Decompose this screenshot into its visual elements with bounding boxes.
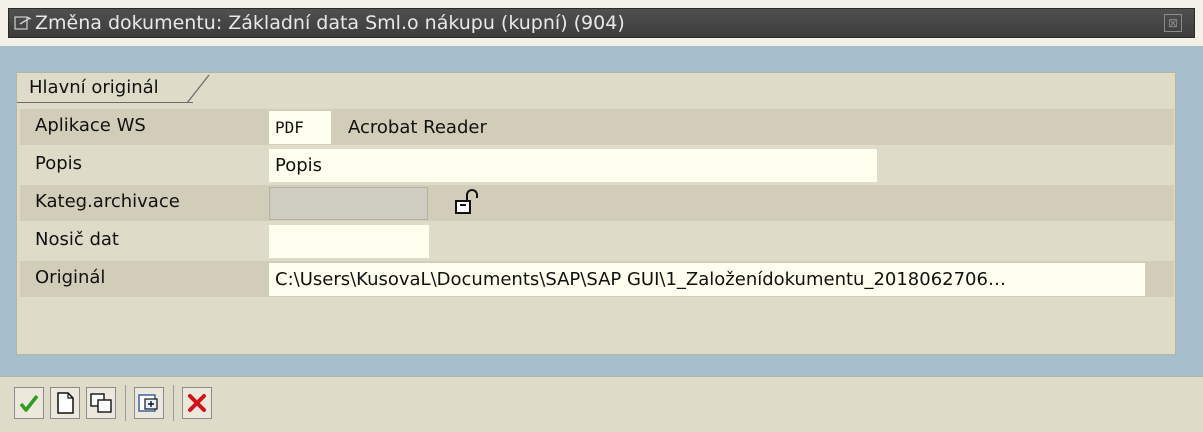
row-archive-category: Kateg.archivace bbox=[20, 185, 1174, 221]
toolbar-separator bbox=[173, 385, 174, 421]
window-titlebar: Změna dokumentu: Základní data Sml.o nák… bbox=[0, 0, 1203, 46]
description-label: Popis bbox=[35, 153, 83, 174]
archive-category-field bbox=[269, 187, 428, 220]
new-document-icon[interactable] bbox=[50, 387, 80, 419]
copy-icon[interactable] bbox=[86, 387, 116, 419]
original-label: Originál bbox=[35, 267, 106, 288]
close-icon[interactable]: ⊠ bbox=[1164, 14, 1182, 32]
tab-edge bbox=[187, 74, 210, 103]
application-description: Acrobat Reader bbox=[348, 117, 487, 138]
tab-label: Hlavní originál bbox=[29, 77, 159, 98]
description-field[interactable]: Popis bbox=[269, 149, 877, 182]
titlebar-bar: Změna dokumentu: Základní data Sml.o nák… bbox=[8, 8, 1195, 38]
application-code-field[interactable]: PDF bbox=[269, 111, 331, 144]
data-carrier-label: Nosič dat bbox=[35, 229, 119, 250]
cancel-icon[interactable] bbox=[182, 387, 212, 419]
window-title: Změna dokumentu: Základní data Sml.o nák… bbox=[35, 12, 625, 34]
content-area: Hlavní originál Aplikace WS PDF Acrobat … bbox=[0, 46, 1203, 376]
original-path-field[interactable]: C:\Users\KusovaL\Documents\SAP\SAP GUI\1… bbox=[269, 263, 1145, 296]
tab-underline bbox=[17, 102, 193, 103]
data-carrier-field[interactable] bbox=[269, 225, 429, 258]
bottom-toolbar bbox=[0, 376, 1203, 432]
row-original: Originál C:\Users\KusovaL\Documents\SAP\… bbox=[20, 261, 1174, 297]
archive-category-label: Kateg.archivace bbox=[35, 191, 180, 212]
row-data-carrier: Nosič dat bbox=[20, 223, 1174, 259]
tab-group: Hlavní originál Aplikace WS PDF Acrobat … bbox=[16, 72, 1176, 355]
insert-icon[interactable] bbox=[134, 387, 164, 419]
open-lock-icon[interactable] bbox=[453, 189, 479, 217]
application-label: Aplikace WS bbox=[35, 115, 146, 136]
toolbar-separator bbox=[125, 385, 126, 421]
row-application: Aplikace WS PDF Acrobat Reader bbox=[20, 109, 1174, 145]
tab-main-original[interactable]: Hlavní originál bbox=[17, 73, 211, 103]
confirm-check-icon[interactable] bbox=[14, 387, 44, 419]
document-edit-icon bbox=[13, 13, 33, 33]
row-description: Popis Popis bbox=[20, 147, 1174, 183]
